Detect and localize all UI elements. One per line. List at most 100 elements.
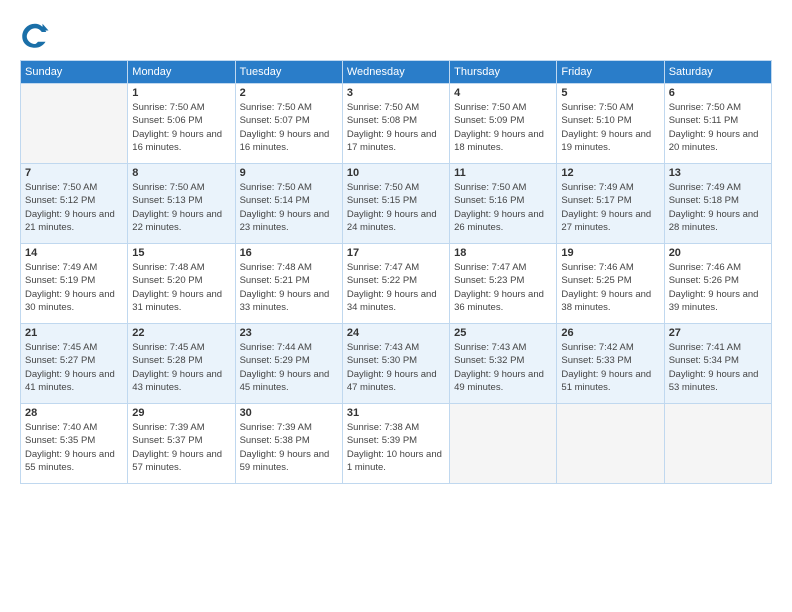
page: SundayMondayTuesdayWednesdayThursdayFrid… bbox=[0, 0, 792, 612]
day-number: 23 bbox=[240, 327, 338, 339]
day-info: Sunrise: 7:50 AMSunset: 5:14 PMDaylight:… bbox=[240, 181, 338, 234]
calendar-cell: 17Sunrise: 7:47 AMSunset: 5:22 PMDayligh… bbox=[342, 244, 449, 324]
day-info: Sunrise: 7:47 AMSunset: 5:22 PMDaylight:… bbox=[347, 261, 445, 314]
calendar-cell: 15Sunrise: 7:48 AMSunset: 5:20 PMDayligh… bbox=[128, 244, 235, 324]
calendar-cell: 2 Sunrise: 7:50 AMSunset: 5:07 PMDaylight… bbox=[235, 84, 342, 164]
day-number: 27 bbox=[669, 327, 767, 339]
header-day-thursday: Thursday bbox=[450, 61, 557, 84]
calendar-cell: 11 Sunrise: 7:50 AMSunset: 5:16 PMDayligh… bbox=[450, 164, 557, 244]
logo bbox=[20, 20, 54, 50]
calendar-cell: 8 Sunrise: 7:50 AMSunset: 5:13 PMDaylight… bbox=[128, 164, 235, 244]
day-number: 26 bbox=[561, 327, 659, 339]
day-info: Sunrise: 7:48 AMSunset: 5:21 PMDaylight:… bbox=[240, 261, 338, 314]
day-number: 20 bbox=[669, 247, 767, 259]
day-info: Sunrise: 7:43 AMSunset: 5:30 PMDaylight:… bbox=[347, 341, 445, 394]
day-number: 11 bbox=[454, 167, 552, 179]
day-info: Sunrise: 7:39 AMSunset: 5:37 PMDaylight:… bbox=[132, 421, 230, 474]
day-number: 24 bbox=[347, 327, 445, 339]
week-row-4: 21 Sunrise: 7:45 AMSunset: 5:27 PMDayligh… bbox=[21, 324, 772, 404]
header bbox=[20, 20, 772, 50]
calendar-cell: 22 Sunrise: 7:45 AMSunset: 5:28 PMDayligh… bbox=[128, 324, 235, 404]
calendar-cell: 26 Sunrise: 7:42 AMSunset: 5:33 PMDayligh… bbox=[557, 324, 664, 404]
calendar-cell: 5 Sunrise: 7:50 AMSunset: 5:10 PMDaylight… bbox=[557, 84, 664, 164]
day-info: Sunrise: 7:47 AMSunset: 5:23 PMDaylight:… bbox=[454, 261, 552, 314]
day-number: 19 bbox=[561, 247, 659, 259]
calendar-cell: 18 Sunrise: 7:47 AMSunset: 5:23 PMDayligh… bbox=[450, 244, 557, 324]
day-number: 2 bbox=[240, 87, 338, 99]
header-day-friday: Friday bbox=[557, 61, 664, 84]
day-info: Sunrise: 7:49 AMSunset: 5:18 PMDaylight:… bbox=[669, 181, 767, 234]
day-number: 7 bbox=[25, 167, 123, 179]
day-number: 22 bbox=[132, 327, 230, 339]
day-info: Sunrise: 7:50 AMSunset: 5:11 PMDaylight:… bbox=[669, 101, 767, 154]
day-number: 21 bbox=[25, 327, 123, 339]
calendar-cell: 20 Sunrise: 7:46 AMSunset: 5:26 PMDayligh… bbox=[664, 244, 771, 324]
day-number: 1 bbox=[132, 87, 230, 99]
calendar-cell: 27 Sunrise: 7:41 AMSunset: 5:34 PMDayligh… bbox=[664, 324, 771, 404]
day-number: 18 bbox=[454, 247, 552, 259]
day-info: Sunrise: 7:46 AMSunset: 5:25 PMDaylight:… bbox=[561, 261, 659, 314]
calendar-cell: 30 Sunrise: 7:39 AMSunset: 5:38 PMDayligh… bbox=[235, 404, 342, 484]
day-number: 9 bbox=[240, 167, 338, 179]
calendar-cell: 19 Sunrise: 7:46 AMSunset: 5:25 PMDayligh… bbox=[557, 244, 664, 324]
calendar-cell: 10 Sunrise: 7:50 AMSunset: 5:15 PMDayligh… bbox=[342, 164, 449, 244]
calendar-cell: 14 Sunrise: 7:49 AMSunset: 5:19 PMDayligh… bbox=[21, 244, 128, 324]
week-row-2: 7 Sunrise: 7:50 AMSunset: 5:12 PMDaylight… bbox=[21, 164, 772, 244]
day-info: Sunrise: 7:49 AMSunset: 5:19 PMDaylight:… bbox=[25, 261, 123, 314]
day-info: Sunrise: 7:50 AMSunset: 5:12 PMDaylight:… bbox=[25, 181, 123, 234]
day-info: Sunrise: 7:50 AMSunset: 5:16 PMDaylight:… bbox=[454, 181, 552, 234]
calendar-cell bbox=[450, 404, 557, 484]
calendar-cell: 16Sunrise: 7:48 AMSunset: 5:21 PMDayligh… bbox=[235, 244, 342, 324]
day-info: Sunrise: 7:50 AMSunset: 5:07 PMDaylight:… bbox=[240, 101, 338, 154]
day-number: 5 bbox=[561, 87, 659, 99]
day-number: 4 bbox=[454, 87, 552, 99]
header-day-monday: Monday bbox=[128, 61, 235, 84]
day-info: Sunrise: 7:44 AMSunset: 5:29 PMDaylight:… bbox=[240, 341, 338, 394]
calendar-cell: 7 Sunrise: 7:50 AMSunset: 5:12 PMDaylight… bbox=[21, 164, 128, 244]
calendar-cell: 4 Sunrise: 7:50 AMSunset: 5:09 PMDaylight… bbox=[450, 84, 557, 164]
day-info: Sunrise: 7:45 AMSunset: 5:27 PMDaylight:… bbox=[25, 341, 123, 394]
week-row-5: 28Sunrise: 7:40 AMSunset: 5:35 PMDayligh… bbox=[21, 404, 772, 484]
calendar-cell: 3Sunrise: 7:50 AMSunset: 5:08 PMDaylight… bbox=[342, 84, 449, 164]
calendar-cell: 12Sunrise: 7:49 AMSunset: 5:17 PMDayligh… bbox=[557, 164, 664, 244]
calendar-cell: 21 Sunrise: 7:45 AMSunset: 5:27 PMDayligh… bbox=[21, 324, 128, 404]
header-day-saturday: Saturday bbox=[664, 61, 771, 84]
day-number: 8 bbox=[132, 167, 230, 179]
calendar-cell bbox=[557, 404, 664, 484]
day-info: Sunrise: 7:50 AMSunset: 5:13 PMDaylight:… bbox=[132, 181, 230, 234]
day-info: Sunrise: 7:41 AMSunset: 5:34 PMDaylight:… bbox=[669, 341, 767, 394]
day-info: Sunrise: 7:38 AMSunset: 5:39 PMDaylight:… bbox=[347, 421, 445, 474]
day-info: Sunrise: 7:46 AMSunset: 5:26 PMDaylight:… bbox=[669, 261, 767, 314]
day-number: 14 bbox=[25, 247, 123, 259]
day-number: 13 bbox=[669, 167, 767, 179]
day-info: Sunrise: 7:50 AMSunset: 5:10 PMDaylight:… bbox=[561, 101, 659, 154]
calendar-cell: 6 Sunrise: 7:50 AMSunset: 5:11 PMDaylight… bbox=[664, 84, 771, 164]
calendar-cell: 28Sunrise: 7:40 AMSunset: 5:35 PMDayligh… bbox=[21, 404, 128, 484]
calendar-cell bbox=[664, 404, 771, 484]
week-row-1: 1 Sunrise: 7:50 AMSunset: 5:06 PMDaylight… bbox=[21, 84, 772, 164]
day-number: 25 bbox=[454, 327, 552, 339]
day-info: Sunrise: 7:50 AMSunset: 5:15 PMDaylight:… bbox=[347, 181, 445, 234]
calendar-cell: 25Sunrise: 7:43 AMSunset: 5:32 PMDayligh… bbox=[450, 324, 557, 404]
day-info: Sunrise: 7:39 AMSunset: 5:38 PMDaylight:… bbox=[240, 421, 338, 474]
day-info: Sunrise: 7:48 AMSunset: 5:20 PMDaylight:… bbox=[132, 261, 230, 314]
calendar-cell: 9 Sunrise: 7:50 AMSunset: 5:14 PMDaylight… bbox=[235, 164, 342, 244]
day-number: 10 bbox=[347, 167, 445, 179]
day-number: 30 bbox=[240, 407, 338, 419]
day-info: Sunrise: 7:50 AMSunset: 5:09 PMDaylight:… bbox=[454, 101, 552, 154]
calendar-cell bbox=[21, 84, 128, 164]
calendar-cell: 13 Sunrise: 7:49 AMSunset: 5:18 PMDayligh… bbox=[664, 164, 771, 244]
day-number: 28 bbox=[25, 407, 123, 419]
header-day-wednesday: Wednesday bbox=[342, 61, 449, 84]
day-number: 3 bbox=[347, 87, 445, 99]
calendar-cell: 24 Sunrise: 7:43 AMSunset: 5:30 PMDayligh… bbox=[342, 324, 449, 404]
calendar-cell: 31 Sunrise: 7:38 AMSunset: 5:39 PMDayligh… bbox=[342, 404, 449, 484]
day-info: Sunrise: 7:50 AMSunset: 5:06 PMDaylight:… bbox=[132, 101, 230, 154]
week-row-3: 14 Sunrise: 7:49 AMSunset: 5:19 PMDayligh… bbox=[21, 244, 772, 324]
day-info: Sunrise: 7:42 AMSunset: 5:33 PMDaylight:… bbox=[561, 341, 659, 394]
calendar-cell: 1 Sunrise: 7:50 AMSunset: 5:06 PMDaylight… bbox=[128, 84, 235, 164]
day-number: 6 bbox=[669, 87, 767, 99]
day-number: 31 bbox=[347, 407, 445, 419]
day-number: 12 bbox=[561, 167, 659, 179]
day-info: Sunrise: 7:45 AMSunset: 5:28 PMDaylight:… bbox=[132, 341, 230, 394]
